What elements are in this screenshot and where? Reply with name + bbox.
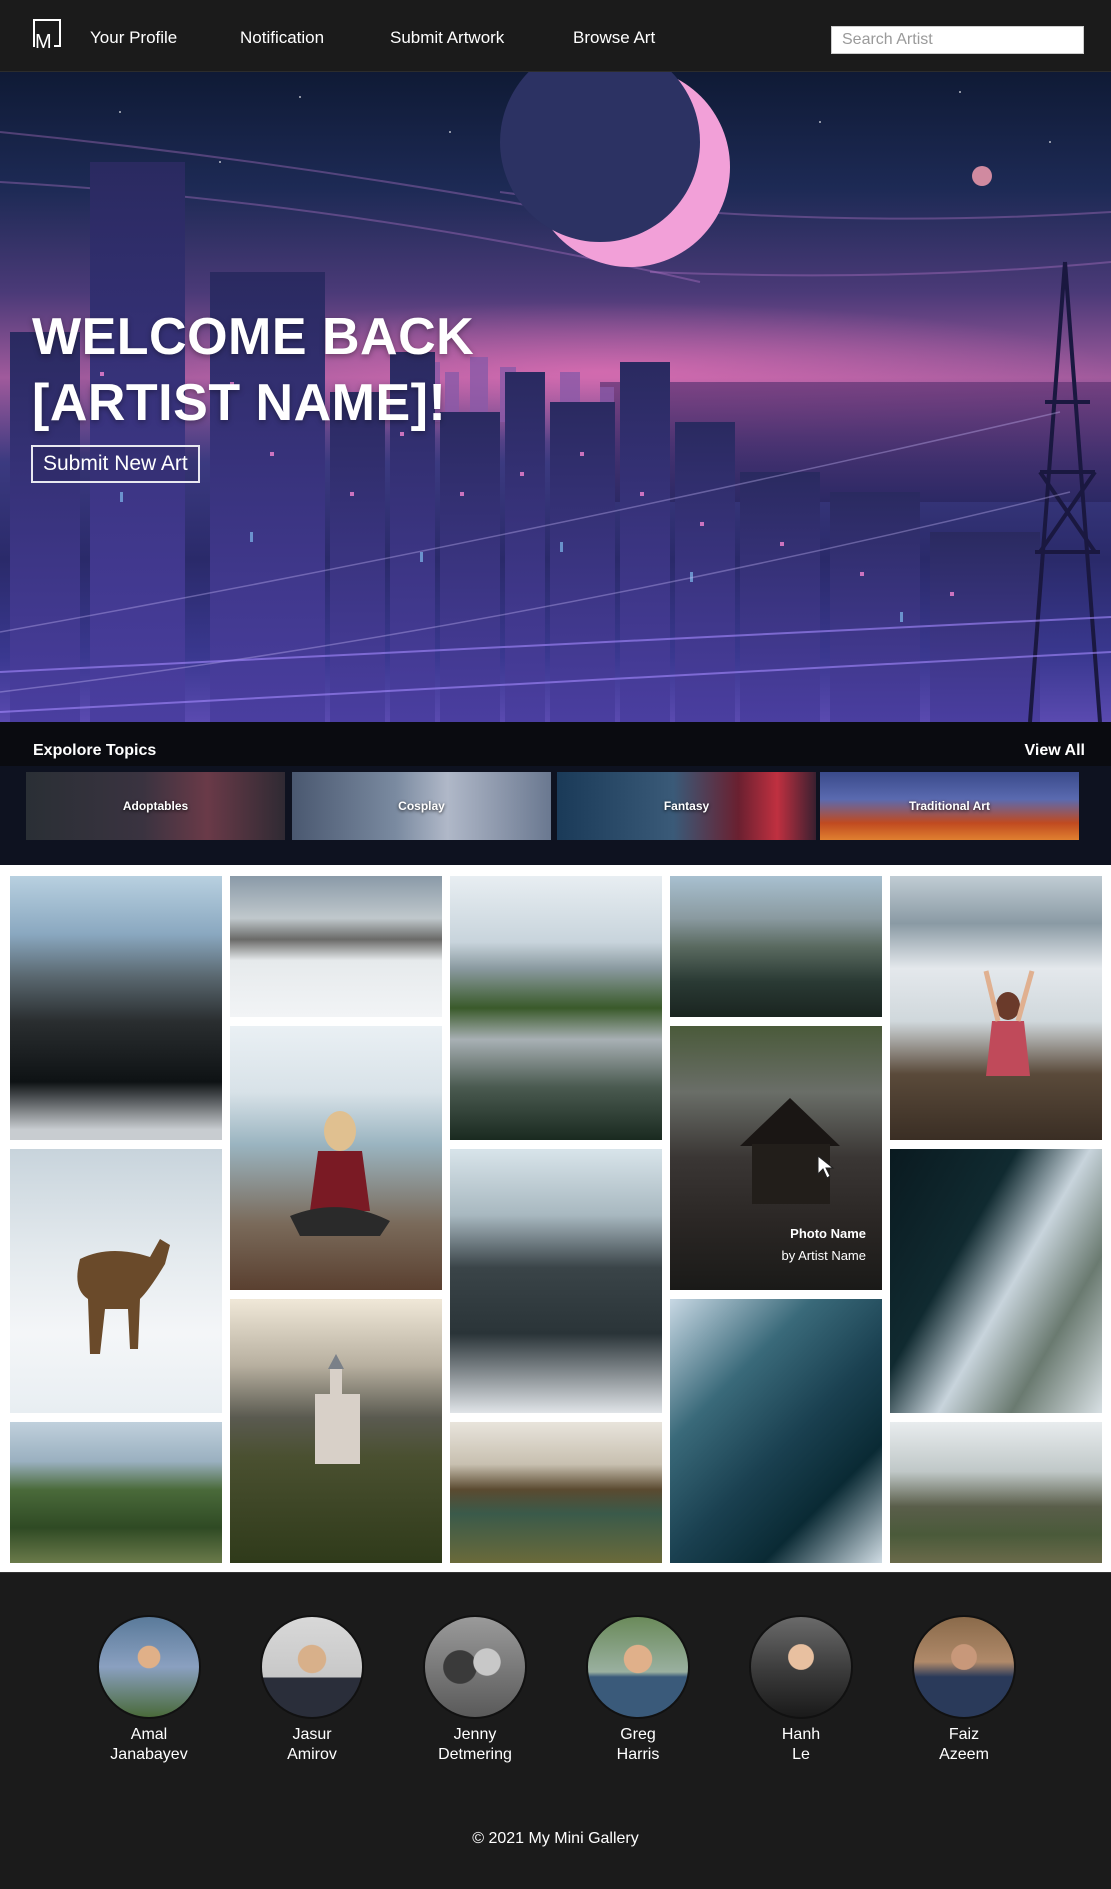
photo-alpine-village[interactable] [10, 1422, 222, 1563]
avatar [749, 1615, 853, 1719]
avatar [423, 1615, 527, 1719]
woman-arms-up-illustration [983, 970, 1035, 1076]
explore-topics-section: Expolore Topics View All Adoptables Cosp… [0, 722, 1111, 865]
photo-castle-forest[interactable] [230, 1299, 442, 1563]
copyright-text: © 2021 My Mini Gallery [472, 1830, 639, 1847]
photo-woman-above-clouds[interactable] [890, 876, 1102, 1140]
photo-snowy-peak[interactable] [230, 876, 442, 1017]
member-name: Jenny Detmering [405, 1725, 545, 1765]
photo-valley-river[interactable] [450, 1149, 662, 1413]
explore-topics-heading: Expolore Topics [33, 742, 157, 759]
site-logo[interactable]: M [33, 19, 61, 52]
avatar [912, 1615, 1016, 1719]
member-last-name: Janabayev [110, 1746, 188, 1763]
nav-notification[interactable]: Notification [240, 28, 324, 48]
avatar [97, 1615, 201, 1719]
member-first-name: Jenny [453, 1726, 497, 1743]
member-first-name: Jasur [292, 1726, 332, 1743]
mouse-pointer-icon [817, 1154, 835, 1179]
member-name: Amal Janabayev [79, 1725, 219, 1765]
topic-card-traditional-art[interactable]: Traditional Art [820, 772, 1079, 840]
logo-letter: M [35, 31, 54, 53]
member-first-name: Hanh [781, 1726, 821, 1743]
search-artist-input[interactable] [831, 26, 1084, 54]
nav-browse-art[interactable]: Browse Art [573, 28, 655, 48]
topic-card-adoptables[interactable]: Adoptables [26, 772, 285, 840]
member-last-name: Le [792, 1746, 810, 1763]
nav-your-profile[interactable]: Your Profile [90, 28, 177, 48]
member-first-name: Greg [620, 1726, 656, 1743]
dog-illustration [77, 1239, 170, 1354]
hover-photo-name: Photo Name [790, 1226, 866, 1241]
hero-banner: WELCOME BACK [ARTIST NAME]! Submit New A… [0, 72, 1111, 722]
photo-waterfall-mountain[interactable] [450, 1422, 662, 1563]
photo-foggy-valley-lake[interactable] [890, 1422, 1102, 1563]
member-last-name: Harris [616, 1746, 660, 1763]
member-name: Hanh Le [731, 1725, 871, 1765]
member-name: Jasur Amirov [242, 1725, 382, 1765]
nav-submit-artwork[interactable]: Submit Artwork [390, 28, 504, 48]
photo-misty-lake-forest[interactable] [450, 876, 662, 1140]
photo-mountain-lake[interactable] [10, 876, 222, 1140]
topic-label: Traditional Art [909, 799, 990, 813]
team-member-hanh[interactable]: Hanh Le [731, 1615, 871, 1765]
photo-dog-in-snow[interactable] [10, 1149, 222, 1413]
footer: Amal Janabayev Jasur Amirov Jenny Detmer… [0, 1572, 1111, 1889]
member-last-name: Azeem [939, 1746, 989, 1763]
view-all-link[interactable]: View All [1025, 742, 1085, 760]
member-last-name: Detmering [438, 1746, 512, 1763]
photo-gallery: Photo Name by Artist Name [0, 865, 1111, 1572]
team-member-jenny[interactable]: Jenny Detmering [405, 1615, 545, 1765]
photo-woman-on-dock[interactable] [230, 1026, 442, 1290]
hero-title-line-1: WELCOME BACK [32, 308, 475, 366]
photo-aerial-frozen-lake[interactable] [670, 1299, 882, 1563]
topic-card-cosplay[interactable]: Cosplay [292, 772, 551, 840]
top-navigation: M Your Profile Notification Submit Artwo… [0, 0, 1111, 72]
castle-illustration [315, 1354, 360, 1464]
hover-artist-name: by Artist Name [781, 1248, 866, 1263]
hero-welcome-title: WELCOME BACK [ARTIST NAME]! [32, 304, 474, 436]
submit-new-art-button[interactable]: Submit New Art [31, 445, 200, 483]
member-name: Greg Harris [568, 1725, 708, 1765]
topic-card-fantasy[interactable]: Fantasy [557, 772, 816, 840]
member-last-name: Amirov [287, 1746, 337, 1763]
photo-lake-island[interactable] [670, 876, 882, 1017]
woman-illustration [290, 1111, 390, 1236]
team-member-faiz[interactable]: Faiz Azeem [894, 1615, 1034, 1765]
topic-label: Cosplay [398, 799, 445, 813]
team-member-greg[interactable]: Greg Harris [568, 1615, 708, 1765]
topic-label: Adoptables [122, 799, 189, 813]
hero-title-line-2: [ARTIST NAME]! [32, 374, 447, 432]
team-member-jasur[interactable]: Jasur Amirov [242, 1615, 382, 1765]
member-name: Faiz Azeem [894, 1725, 1034, 1765]
member-first-name: Faiz [948, 1726, 980, 1743]
member-first-name: Amal [130, 1726, 168, 1743]
team-member-amal[interactable]: Amal Janabayev [79, 1615, 219, 1765]
avatar [586, 1615, 690, 1719]
photo-cabin-hover[interactable]: Photo Name by Artist Name [670, 1026, 882, 1290]
avatar [260, 1615, 364, 1719]
topic-label: Fantasy [663, 799, 710, 813]
photo-aerial-winding-road[interactable] [890, 1149, 1102, 1413]
